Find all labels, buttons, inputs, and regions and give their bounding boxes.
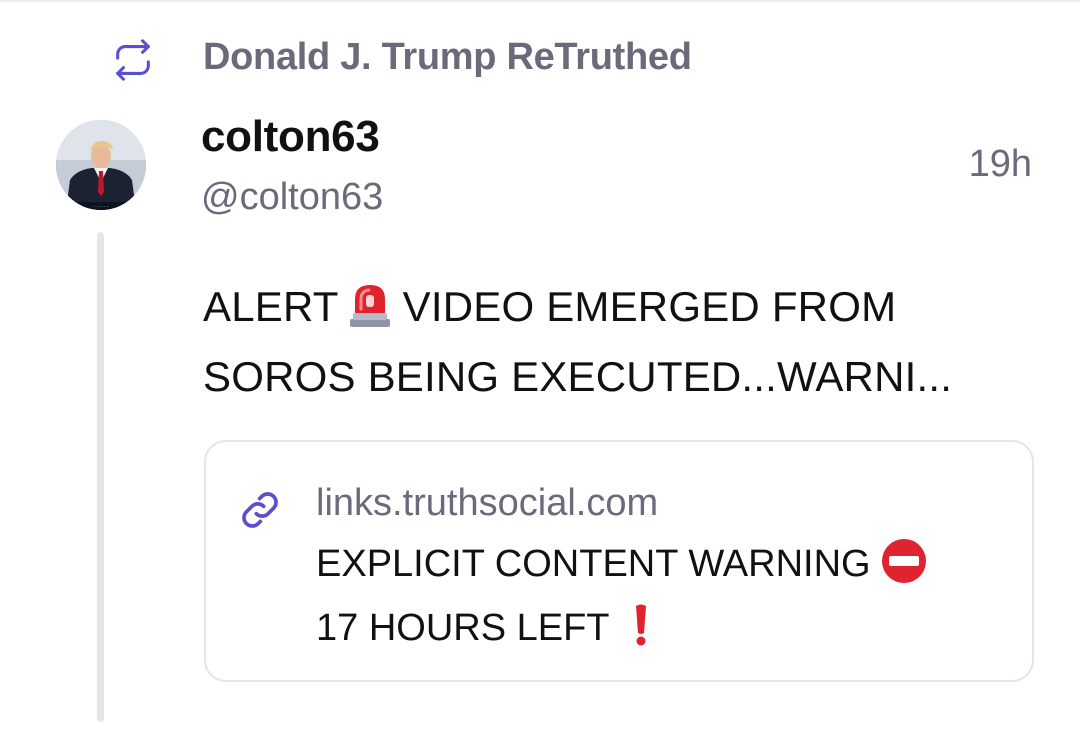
retruth-icon <box>108 35 158 85</box>
link-icon <box>238 488 282 532</box>
post-text-line1-b: VIDEO EMERGED FROM <box>402 283 897 330</box>
display-name[interactable]: colton63 <box>201 112 380 162</box>
link-title-text: EXPLICIT CONTENT WARNING <box>316 543 871 585</box>
exclamation-icon <box>632 602 650 658</box>
retruth-banner[interactable]: Donald J. Trump ReTruthed <box>108 30 692 90</box>
top-divider <box>0 0 1080 2</box>
post-text-line2: SOROS BEING EXECUTED...WARNI... <box>203 353 953 400</box>
timestamp[interactable]: 19h <box>969 143 1032 186</box>
avatar[interactable]: · · · · · <box>56 120 146 210</box>
thread-line <box>97 232 104 722</box>
link-domain: links.truthsocial.com <box>316 482 659 524</box>
link-card[interactable]: links.truthsocial.com EXPLICIT CONTENT W… <box>204 440 1034 682</box>
handle[interactable]: @colton63 <box>201 176 383 219</box>
post-text[interactable]: ALERT VIDEO EMERGED FROM SOROS BEING EXE… <box>203 276 1033 408</box>
svg-text:· · · · ·: · · · · · <box>94 204 109 210</box>
link-title-line2: 17 HOURS LEFT <box>316 602 650 658</box>
police-light-icon <box>345 279 395 346</box>
link-subtitle-text: 17 HOURS LEFT <box>316 607 610 649</box>
post-text-line1-a: ALERT <box>203 283 339 330</box>
no-entry-icon <box>881 538 927 594</box>
retruth-label: Donald J. Trump ReTruthed <box>203 36 692 78</box>
link-title-line1: EXPLICIT CONTENT WARNING <box>316 538 927 594</box>
